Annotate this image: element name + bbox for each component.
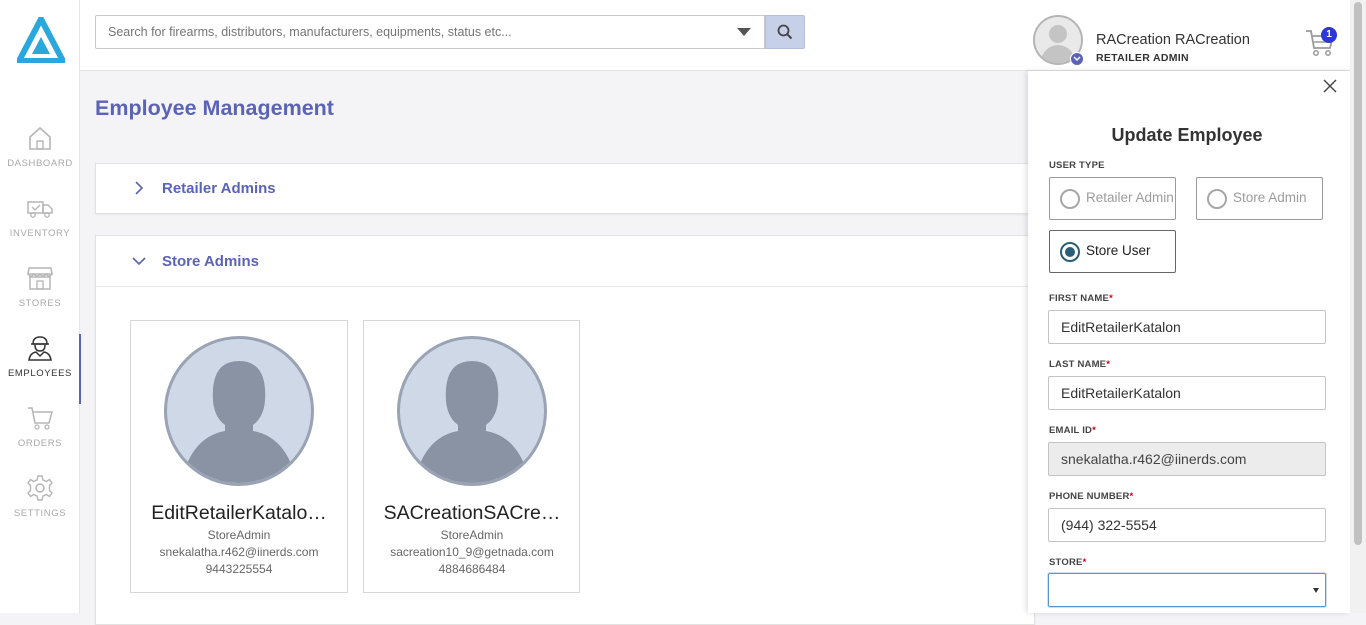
employee-phone: 9443225554 — [205, 562, 273, 576]
store-admins-header[interactable]: Store Admins — [96, 236, 1034, 286]
employee-avatar — [164, 336, 314, 486]
drawer-title: Update Employee — [1111, 125, 1263, 145]
gear-icon — [27, 475, 53, 501]
nav-orders[interactable]: ORDERS — [0, 404, 80, 474]
user-type-retailer-admin-radio[interactable]: Retailer Admin — [1049, 177, 1176, 220]
nav-employees-label: EMPLOYEES — [7, 368, 72, 379]
store-select[interactable] — [1048, 573, 1326, 607]
user-name: RACreation RACreation — [1096, 32, 1250, 48]
radio-circle-icon — [1207, 189, 1227, 209]
section-divider — [96, 286, 1034, 287]
store-admins-title: Store Admins — [162, 253, 259, 270]
search-dropdown-caret-icon[interactable] — [737, 28, 751, 36]
first-name-label: FIRST NAME* — [1049, 293, 1113, 304]
search-bar — [95, 15, 805, 49]
store-icon — [27, 267, 53, 290]
employee-avatar — [397, 336, 547, 486]
nav-stores[interactable]: STORES — [0, 264, 80, 334]
nav-orders-label: ORDERS — [17, 438, 63, 449]
chevron-right-icon — [135, 181, 144, 195]
employee-card[interactable]: EditRetailerKatalo… StoreAdmin snekalath… — [130, 320, 348, 593]
employee-email: snekalatha.r462@iinerds.com — [159, 545, 319, 559]
page-title: Employee Management — [95, 96, 334, 120]
radio-selected-icon — [1060, 242, 1080, 262]
retailer-admins-header[interactable]: Retailer Admins — [96, 164, 1034, 214]
last-name-field[interactable] — [1048, 376, 1326, 410]
close-icon[interactable] — [1322, 78, 1338, 94]
radio-circle-icon — [1060, 189, 1080, 209]
radio-label: Retailer Admin — [1086, 190, 1174, 205]
employee-icon — [28, 336, 52, 361]
user-silhouette-icon — [181, 361, 297, 483]
phone-field[interactable] — [1048, 508, 1326, 542]
radio-label: Store User — [1086, 243, 1151, 258]
user-type-store-admin-radio[interactable]: Store Admin — [1196, 177, 1323, 220]
search-input[interactable] — [95, 15, 765, 49]
user-role: RETAILER ADMIN — [1096, 52, 1189, 64]
nav-dashboard-label: DASHBOARD — [7, 158, 73, 169]
last-name-label: LAST NAME* — [1049, 359, 1111, 370]
chevron-down-icon — [132, 257, 146, 266]
user-silhouette-icon — [414, 361, 530, 483]
user-menu-chevron-icon[interactable] — [1070, 52, 1084, 66]
first-name-field[interactable] — [1048, 310, 1326, 344]
retailer-admins-title: Retailer Admins — [162, 180, 276, 197]
employee-card[interactable]: SACreationSACre… StoreAdmin sacreation10… — [363, 320, 580, 593]
nav-settings[interactable]: SETTINGS — [0, 474, 80, 544]
user-type-label: USER TYPE — [1049, 160, 1105, 171]
nav-inventory-label: INVENTORY — [9, 228, 71, 239]
employee-name: SACreationSACre… — [383, 502, 561, 524]
select-caret-icon — [1313, 588, 1319, 593]
nav-inventory[interactable]: INVENTORY — [0, 194, 80, 264]
cart-icon — [28, 407, 53, 430]
radio-label: Store Admin — [1233, 190, 1307, 205]
update-employee-drawer: Update Employee USER TYPE Retailer Admin… — [1028, 71, 1350, 613]
user-type-store-user-radio[interactable]: Store User — [1049, 230, 1176, 273]
email-label: EMAIL ID* — [1049, 425, 1097, 436]
search-icon — [777, 24, 793, 40]
nav-settings-label: SETTINGS — [13, 508, 67, 519]
employee-name: EditRetailerKatalo… — [151, 502, 327, 524]
home-icon — [29, 126, 51, 150]
employee-role: StoreAdmin — [440, 528, 504, 542]
sidebar: DASHBOARD INVENTORY STORES EMPLOYEES ORD… — [0, 0, 81, 613]
top-header: RACreation RACreation RETAILER ADMIN 1 — [80, 0, 1350, 71]
cart-count-badge: 1 — [1321, 27, 1337, 43]
search-button[interactable] — [765, 15, 805, 49]
nav-employees[interactable]: EMPLOYEES — [0, 334, 81, 404]
page-scrollbar[interactable] — [1350, 0, 1366, 613]
email-field — [1048, 442, 1326, 476]
employee-phone: 4884686484 — [438, 562, 506, 576]
phone-label: PHONE NUMBER* — [1049, 491, 1134, 502]
employee-role: StoreAdmin — [207, 528, 271, 542]
app-logo[interactable] — [17, 17, 65, 63]
employee-email: sacreation10_9@getnada.com — [390, 545, 554, 559]
nav-stores-label: STORES — [18, 298, 62, 309]
scrollbar-thumb[interactable] — [1354, 2, 1362, 545]
store-label: STORE* — [1049, 557, 1087, 568]
nav-dashboard[interactable]: DASHBOARD — [0, 124, 80, 194]
retailer-admins-section: Retailer Admins — [95, 163, 1035, 214]
truck-icon — [27, 201, 53, 218]
